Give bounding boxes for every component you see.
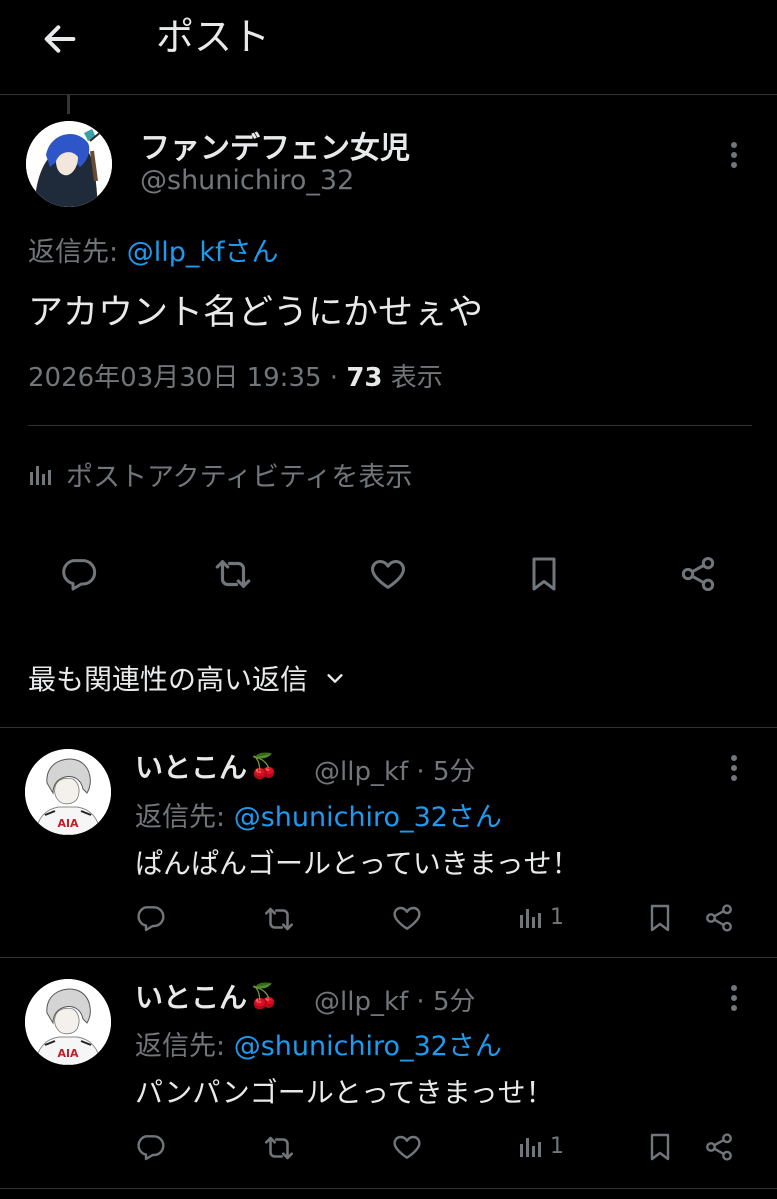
share-icon <box>681 557 715 591</box>
page-title: ポスト <box>156 15 271 59</box>
reply-to-prefix: 返信先: <box>135 802 234 833</box>
reply-handle-time[interactable]: @llp_kf · 5分 <box>314 981 476 1018</box>
reply-bookmark-button[interactable] <box>644 1131 676 1163</box>
cherry-emoji: 🍒 <box>249 752 279 780</box>
sort-label: 最も関連性の高い返信 <box>28 663 309 696</box>
reply-name-text: いとこん <box>135 751 248 784</box>
reply-share-button[interactable] <box>703 902 735 934</box>
reply-views-button[interactable]: 1 <box>518 904 564 930</box>
reply-like-button[interactable] <box>391 1131 423 1163</box>
reply-divider <box>0 1188 777 1189</box>
bar-chart-icon <box>520 909 541 928</box>
reply-to-line: 返信先: @shunichiro_32さん <box>135 795 502 834</box>
reply-reply-button[interactable] <box>134 1131 166 1163</box>
bar-chart-icon <box>30 466 51 485</box>
avatar[interactable] <box>26 121 112 207</box>
reply-to-link[interactable]: @shunichiro_32さん <box>234 1031 502 1062</box>
reply-more-button[interactable] <box>719 748 749 788</box>
reply-sort-dropdown[interactable]: 最も関連性の高い返信 <box>28 656 346 700</box>
meta-divider <box>28 425 752 426</box>
reply-to-prefix: 返信先: <box>135 1031 234 1062</box>
display-name[interactable]: ファンデフェン女児 <box>140 123 410 167</box>
reply-name-text: いとこん <box>135 981 248 1014</box>
reply-views-button[interactable]: 1 <box>518 1133 564 1159</box>
repost-icon <box>215 560 251 588</box>
bookmark-icon <box>650 904 670 932</box>
post-datetime[interactable]: 2026年03月30日 19:35 · <box>28 363 346 393</box>
section-divider <box>0 727 777 728</box>
repost-icon <box>264 1136 294 1160</box>
reply-display-name[interactable]: いとこん 🍒 <box>135 976 279 1016</box>
more-vertical-icon <box>731 755 737 781</box>
reply-text: パンパンゴールとってきまっせ！ <box>135 1076 554 1109</box>
back-button[interactable] <box>34 13 86 65</box>
sponsor-logo: AIA <box>57 1047 79 1060</box>
reply-bookmark-button[interactable] <box>644 902 676 934</box>
reply-like-button[interactable] <box>391 902 423 934</box>
thread-connector-line <box>67 94 70 114</box>
post-text: アカウント名どうにかせぇや <box>28 293 484 333</box>
cherry-emoji: 🍒 <box>249 982 279 1010</box>
view-count: 73 <box>346 363 383 393</box>
reply-to-line: 返信先: @shunichiro_32さん <box>135 1024 502 1063</box>
speech-bubble-icon <box>62 559 97 591</box>
post-meta: 2026年03月30日 19:35 · 73 表示 <box>28 358 443 398</box>
view-label: 表示 <box>382 363 443 393</box>
reply-divider <box>0 957 777 958</box>
reply-repost-button[interactable] <box>262 1131 296 1165</box>
repost-icon <box>264 907 294 931</box>
reply-to-prefix: 返信先: <box>28 237 127 268</box>
share-icon <box>706 904 732 932</box>
speech-bubble-icon <box>137 906 165 932</box>
reply-avatar[interactable]: AIA <box>25 979 111 1065</box>
reply-to-line: 返信先: @llp_kfさん <box>28 230 278 269</box>
activity-label: ポストアクティビティを表示 <box>66 461 413 493</box>
bookmark-icon <box>650 1133 670 1161</box>
chevron-down-icon <box>327 674 343 683</box>
heart-icon <box>371 560 405 589</box>
reply-view-count: 1 <box>550 904 564 930</box>
reply-repost-button[interactable] <box>262 902 296 936</box>
reply-more-button[interactable] <box>719 978 749 1018</box>
reply-button[interactable] <box>55 551 101 597</box>
reply-reply-button[interactable] <box>134 902 166 934</box>
bar-chart-icon <box>520 1138 541 1157</box>
share-icon <box>706 1133 732 1161</box>
more-options-button[interactable] <box>719 135 749 175</box>
user-handle[interactable]: @shunichiro_32 <box>140 165 354 196</box>
heart-icon <box>393 1135 421 1159</box>
speech-bubble-icon <box>137 1135 165 1161</box>
reply-avatar[interactable]: AIA <box>25 749 111 835</box>
reply-handle-time[interactable]: @llp_kf · 5分 <box>314 751 476 788</box>
share-button[interactable] <box>675 551 721 597</box>
sponsor-logo: AIA <box>57 817 79 830</box>
heart-icon <box>393 906 421 930</box>
reply-text: ぱんぱんゴールとっていきまっせ！ <box>135 847 580 880</box>
reply-to-link[interactable]: @llp_kfさん <box>127 237 279 268</box>
more-vertical-icon <box>731 142 737 168</box>
reply-view-count: 1 <box>550 1133 564 1159</box>
repost-button[interactable] <box>210 551 256 597</box>
like-button[interactable] <box>365 551 411 597</box>
more-vertical-icon <box>731 985 737 1011</box>
reply-display-name[interactable]: いとこん 🍒 <box>135 746 279 786</box>
bookmark-button[interactable] <box>521 551 567 597</box>
header-divider <box>0 94 777 95</box>
bookmark-icon <box>532 557 556 591</box>
arrow-left-icon <box>44 25 76 53</box>
reply-share-button[interactable] <box>703 1131 735 1163</box>
post-activity-link[interactable]: ポストアクティビティを表示 <box>28 452 412 496</box>
reply-to-link[interactable]: @shunichiro_32さん <box>234 802 502 833</box>
top-bar: ポスト <box>0 0 777 94</box>
